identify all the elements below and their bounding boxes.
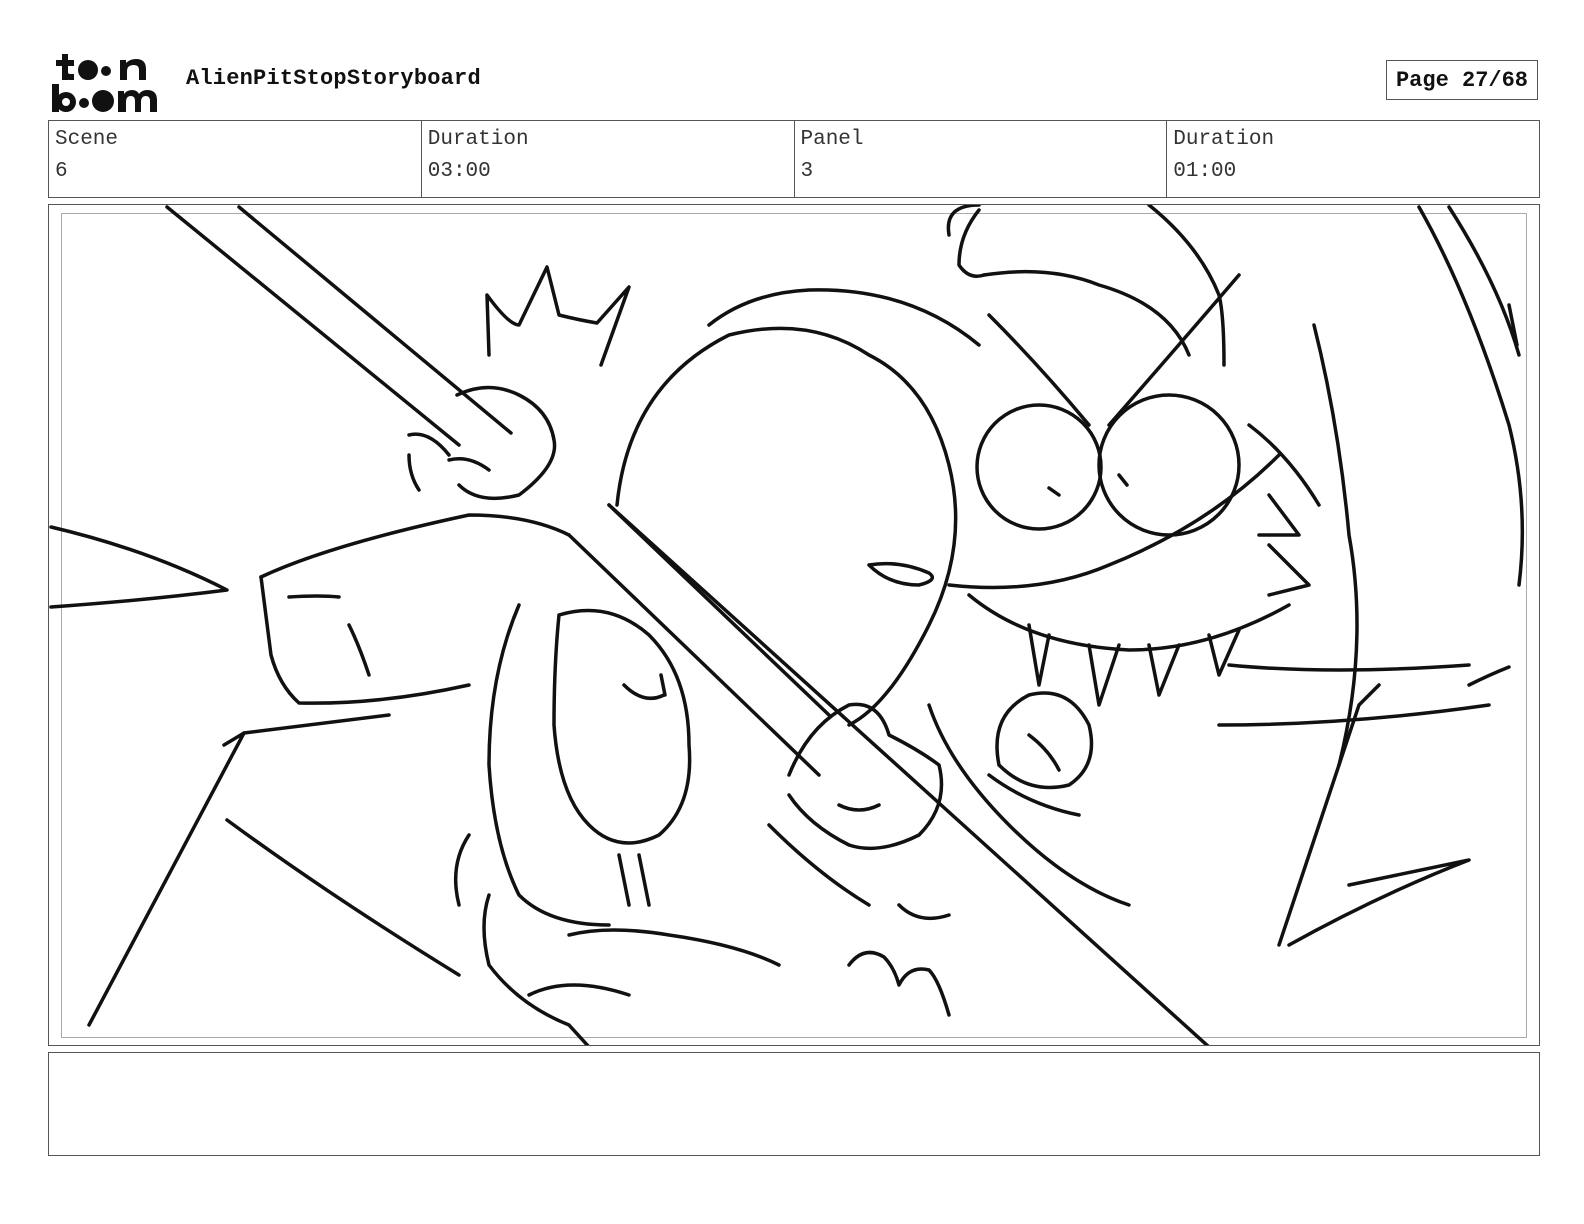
scene-cell: Scene 6 [49,121,422,197]
panel-duration-value: 01:00 [1173,160,1237,183]
page-number: Page 27/68 [1386,60,1538,100]
project-title: AlienPitStopStoryboard [186,66,481,91]
scene-value: 6 [55,160,68,183]
scene-duration-value: 03:00 [427,160,491,183]
panel-cell: Panel 3 [795,121,1168,197]
scene-label: Scene [55,128,119,151]
storyboard-panel [48,204,1540,1046]
panel-info-table: Scene 6 Duration 03:00 Panel 3 Duration … [48,120,1540,198]
toon-boom-logo [50,50,165,114]
panel-duration-cell: Duration 01:00 [1167,121,1539,197]
panel-notes-box [48,1052,1540,1156]
panel-value: 3 [800,160,814,183]
scene-duration-label: Duration [427,128,529,151]
storyboard-sketch-image [49,205,1525,1045]
scene-duration-cell: Duration 03:00 [422,121,795,197]
panel-duration-label: Duration [1173,128,1275,151]
panel-label: Panel [800,128,864,151]
